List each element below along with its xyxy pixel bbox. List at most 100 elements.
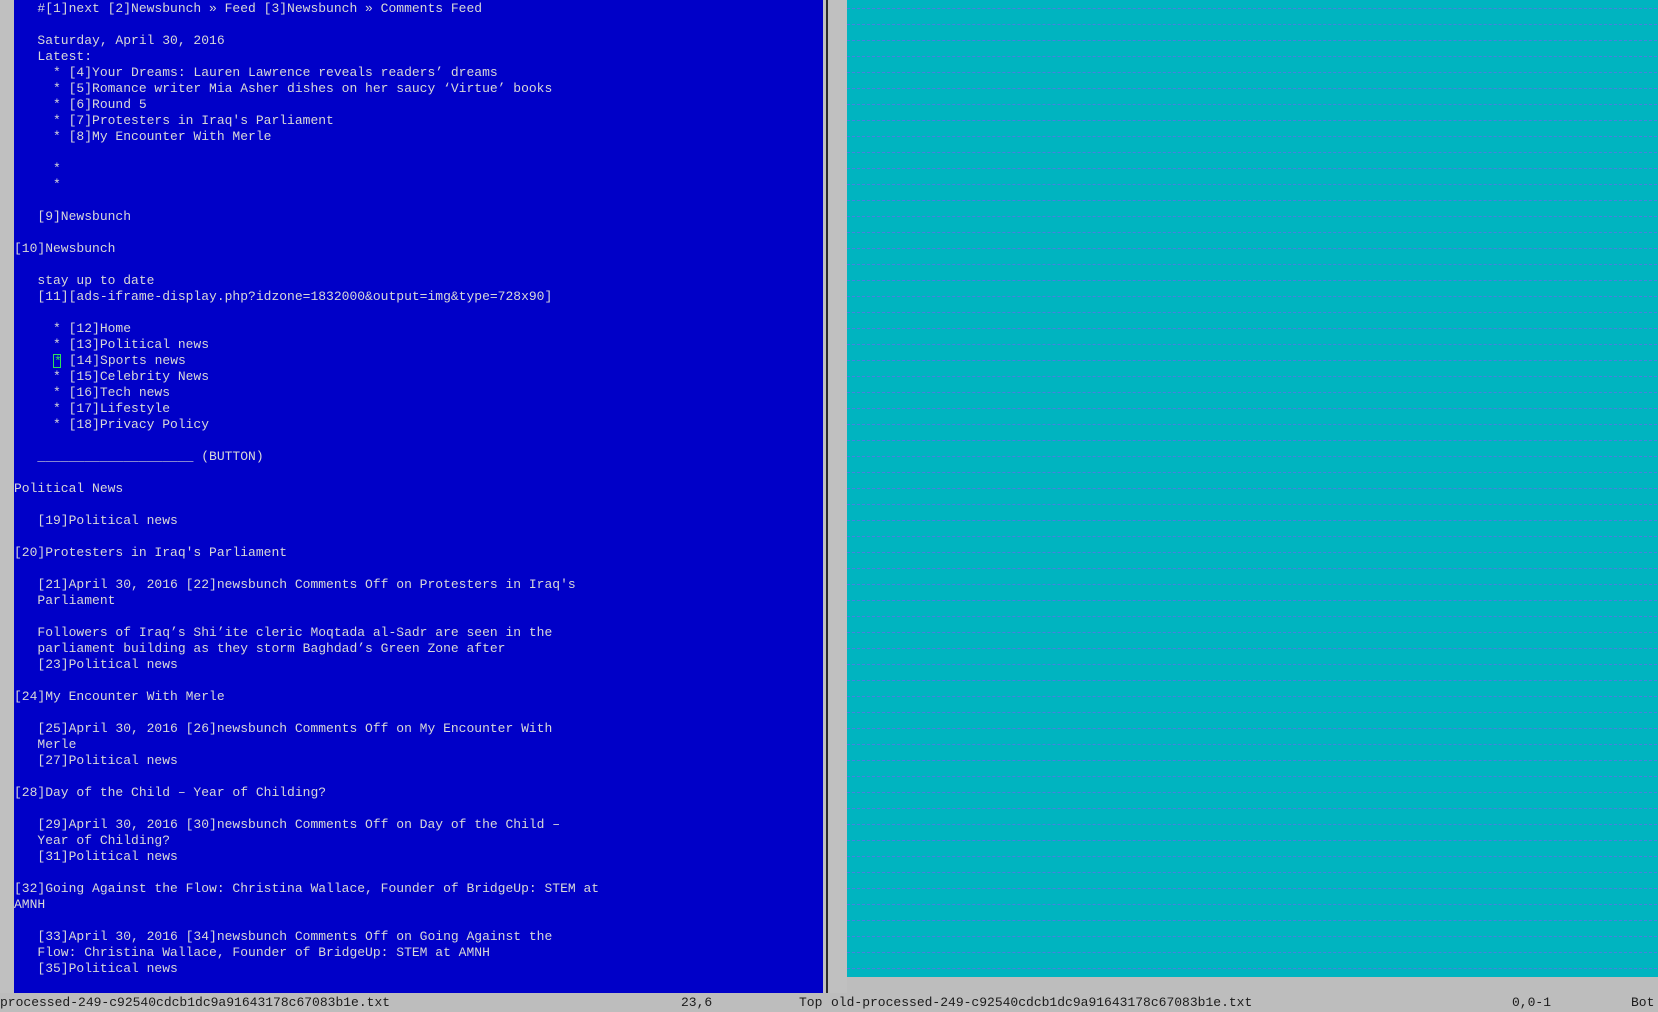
filler-line (847, 856, 1657, 857)
filler-line (847, 344, 1657, 345)
filler-line (847, 968, 1657, 969)
filler-line (847, 312, 1657, 313)
buffer-line: * [17]Lifestyle (14, 401, 171, 416)
right-buffer-pane[interactable] (847, 0, 1658, 977)
filler-line (847, 584, 1657, 585)
buffer-line: * (14, 177, 61, 192)
buffer-line: * [15]Celebrity News (14, 369, 210, 384)
filler-line (847, 168, 1657, 169)
filler-line (847, 184, 1657, 185)
left-status-filename: processed-249-c92540cdcb1dc9a91643178c67… (0, 995, 391, 1010)
buffer-line: Saturday, April 30, 2016 (14, 33, 225, 48)
filler-line (847, 920, 1657, 921)
buffer-line: Followers of Iraq’s Shi’ite cleric Moqta… (14, 625, 553, 640)
text-cursor: * (53, 354, 62, 369)
cursor-line-prefix (14, 353, 53, 368)
filler-line (847, 120, 1657, 121)
buffer-line: [25]April 30, 2016 [26]newsbunch Comment… (14, 721, 553, 736)
filler-line (847, 520, 1657, 521)
filler-line (847, 456, 1657, 457)
buffer-line: * [8]My Encounter With Merle (14, 129, 272, 144)
filler-line (847, 552, 1657, 553)
buffer-line: [33]April 30, 2016 [34]newsbunch Comment… (14, 929, 553, 944)
buffer-line: [21]April 30, 2016 [22]newsbunch Comment… (14, 577, 576, 592)
filler-line (847, 88, 1657, 89)
buffer-line: Parliament (14, 593, 116, 608)
filler-line (847, 280, 1657, 281)
left-status-position: 23,6 (681, 995, 713, 1010)
filler-line (847, 952, 1657, 953)
filler-line (847, 760, 1657, 761)
buffer-line: [23]Political news (14, 657, 178, 672)
right-status-scroll: Bot (1631, 995, 1655, 1010)
buffer-line: [11][ads-iframe-display.php?idzone=18320… (14, 289, 553, 304)
buffer-line: [29]April 30, 2016 [30]newsbunch Comment… (14, 817, 561, 832)
filler-line (847, 504, 1657, 505)
filler-line (847, 136, 1657, 137)
filler-line (847, 776, 1657, 777)
filler-line (847, 56, 1657, 57)
buffer-line: Year of Childing? (14, 833, 171, 848)
filler-line (847, 440, 1657, 441)
filler-line (847, 696, 1657, 697)
buffer-line: [9]Newsbunch (14, 209, 132, 224)
buffer-line: [24]My Encounter With Merle (14, 689, 225, 704)
filler-line (847, 72, 1657, 73)
right-status-filename: old-processed-249-c92540cdcb1dc9a9164317… (831, 995, 1253, 1010)
filler-line (847, 264, 1657, 265)
buffer-line: Merle (14, 737, 77, 752)
buffer-line: * [12]Home (14, 321, 132, 336)
cursor-line-rest: [14]Sports news (61, 353, 186, 368)
filler-line (847, 408, 1657, 409)
filler-line (847, 792, 1657, 793)
buffer-line: * [14]Sports news (14, 353, 186, 369)
buffer-line: parliament building as they storm Baghda… (14, 641, 506, 656)
filler-line (847, 616, 1657, 617)
buffer-line: [20]Protesters in Iraq's Parliament (14, 545, 288, 560)
filler-line (847, 904, 1657, 905)
buffer-line: Political News (14, 481, 124, 496)
filler-line (847, 328, 1657, 329)
buffer-line: * [4]Your Dreams: Lauren Lawrence reveal… (14, 65, 498, 80)
filler-line (847, 728, 1657, 729)
buffer-line: Latest: (14, 49, 93, 64)
buffer-line: [28]Day of the Child – Year of Childing? (14, 785, 327, 800)
filler-line (847, 216, 1657, 217)
filler-line (847, 840, 1657, 841)
filler-line (847, 936, 1657, 937)
filler-line (847, 152, 1657, 153)
left-status-scroll: Top (799, 995, 823, 1010)
filler-line (847, 24, 1657, 25)
filler-line (847, 888, 1657, 889)
filler-line (847, 472, 1657, 473)
right-status-position: 0,0-1 (1512, 995, 1552, 1010)
left-buffer-pane[interactable]: #[1]next [2]Newsbunch » Feed [3]Newsbunc… (14, 0, 823, 993)
buffer-line: [27]Political news (14, 753, 178, 768)
filler-line (847, 40, 1657, 41)
buffer-line: [10]Newsbunch (14, 241, 116, 256)
filler-line (847, 680, 1657, 681)
buffer-line: stay up to date (14, 273, 155, 288)
buffer-line: #[1]next [2]Newsbunch » Feed [3]Newsbunc… (14, 1, 483, 16)
buffer-line: AMNH (14, 897, 46, 912)
filler-line (847, 360, 1657, 361)
filler-line (847, 392, 1657, 393)
buffer-line: ____________________ (BUTTON) (14, 449, 264, 464)
vertical-split-separator[interactable] (823, 0, 847, 993)
buffer-line: [35]Political news (14, 961, 178, 976)
buffer-line: * [13]Political news (14, 337, 210, 352)
filler-line (847, 376, 1657, 377)
left-gutter (0, 0, 14, 993)
filler-line (847, 664, 1657, 665)
filler-line (847, 712, 1657, 713)
filler-line (847, 744, 1657, 745)
filler-line (847, 600, 1657, 601)
buffer-line: * [5]Romance writer Mia Asher dishes on … (14, 81, 553, 96)
buffer-line: Flow: Christina Wallace, Founder of Brid… (14, 945, 490, 960)
filler-line (847, 536, 1657, 537)
filler-line (847, 648, 1657, 649)
filler-line (847, 872, 1657, 873)
filler-line (847, 232, 1657, 233)
buffer-line: * [18]Privacy Policy (14, 417, 210, 432)
buffer-line: * [6]Round 5 (14, 97, 147, 112)
